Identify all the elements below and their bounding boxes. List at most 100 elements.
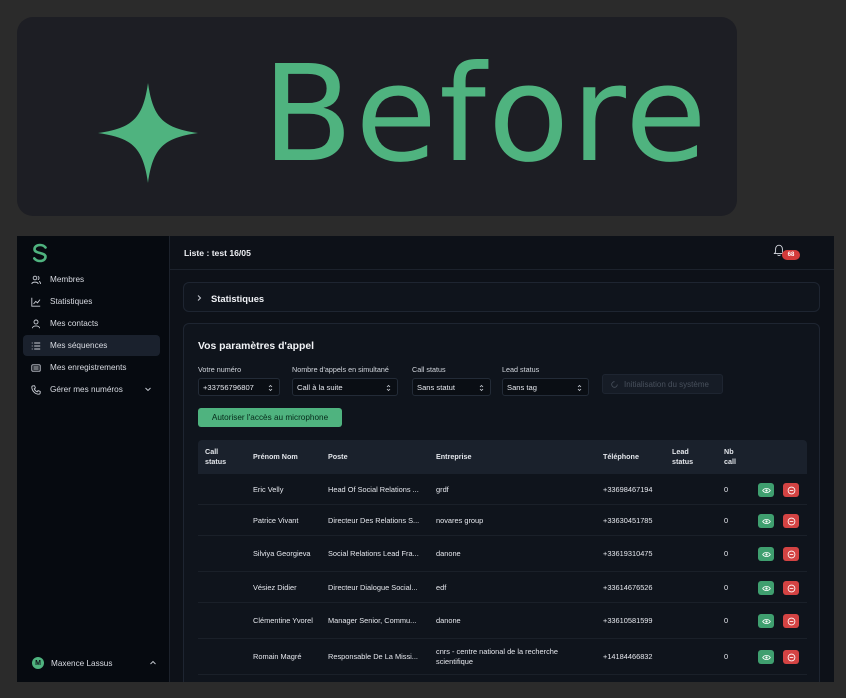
minus-circle-icon	[787, 584, 795, 592]
allow-microphone-button[interactable]: Autoriser l'accès au microphone	[198, 408, 342, 427]
eye-icon	[761, 518, 771, 524]
field-label: Nombre d'appels en simultané	[292, 365, 389, 374]
cell-poste: Social Relations Lead Fra...	[328, 549, 419, 558]
table-row[interactable]: Patrice Vivant Directeur Des Relations S…	[198, 505, 807, 536]
user-icon	[31, 319, 41, 328]
call-settings-panel: Vos paramètres d'appel Votre numéro +337…	[183, 323, 820, 682]
sidebar-item-mes-contacts[interactable]: Mes contacts	[23, 313, 160, 334]
sidebar-item-mes-enregistrements[interactable]: Mes enregistrements	[23, 357, 160, 378]
cell-entreprise: novares group	[436, 516, 484, 525]
header-telephone: Téléphone	[603, 452, 639, 461]
sidebar-nav: Membres Statistiques Mes contacts Mes sé…	[23, 269, 160, 401]
stop-button[interactable]	[783, 650, 799, 664]
select-value: +33756796807	[203, 382, 254, 392]
table-body: Eric Velly Head Of Social Relations ... …	[198, 474, 807, 675]
avatar: M	[32, 657, 44, 669]
header-poste: Poste	[328, 452, 348, 461]
init-label: Initialisation du système	[624, 379, 709, 389]
stop-button[interactable]	[783, 614, 799, 628]
eye-icon	[761, 585, 771, 591]
sidebar-item-statistiques[interactable]: Statistiques	[23, 291, 160, 312]
eye-icon	[761, 487, 771, 493]
view-button[interactable]	[758, 650, 774, 664]
app-logo-icon	[33, 243, 47, 263]
cell-poste: Directeur Des Relations S...	[328, 516, 420, 525]
table-row[interactable]: Romain Magré Responsable De La Missi... …	[198, 639, 807, 675]
sidebar-item-label: Membres	[50, 275, 85, 284]
sidebar-item-label: Mes séquences	[50, 341, 108, 350]
view-button[interactable]	[758, 581, 774, 595]
cell-entreprise: edf	[436, 583, 447, 592]
view-button[interactable]	[758, 514, 774, 528]
cell-entreprise: danone	[436, 549, 461, 558]
user-menu[interactable]: M Maxence Lassus	[32, 655, 157, 671]
header-lead-status: Lead status	[672, 447, 694, 466]
phone-number-select[interactable]: +33756796807	[198, 378, 280, 396]
simultaneous-calls-select[interactable]: Call à la suite	[292, 378, 398, 396]
cell-nb-call: 0	[724, 549, 729, 558]
call-settings-title: Vos paramètres d'appel	[198, 341, 315, 352]
sidebar-item-mes-sequences[interactable]: Mes séquences	[23, 335, 160, 356]
lead-status-select[interactable]: Sans tag	[502, 378, 589, 396]
call-status-select[interactable]: Sans statut	[412, 378, 491, 396]
sidebar-item-label: Gérer mes numéros	[50, 385, 123, 394]
view-button[interactable]	[758, 614, 774, 628]
contacts-table: Call status Prénom Nom Poste Entreprise …	[198, 440, 807, 675]
sidebar-item-label: Statistiques	[50, 297, 93, 306]
sidebar: Membres Statistiques Mes contacts Mes sé…	[17, 236, 170, 682]
chevron-right-icon	[197, 295, 202, 301]
cell-entreprise: grdf	[436, 485, 449, 494]
table-row[interactable]: Eric Velly Head Of Social Relations ... …	[198, 474, 807, 505]
stop-button[interactable]	[783, 581, 799, 595]
statistics-panel[interactable]: Statistiques	[183, 282, 820, 312]
banner-word: Before	[262, 38, 709, 192]
table-header: Call status Prénom Nom Poste Entreprise …	[198, 440, 807, 474]
cell-entreprise: cnrs - centre national de la recherche s…	[436, 647, 559, 666]
stop-button[interactable]	[783, 483, 799, 497]
users-icon	[31, 275, 41, 284]
select-value: Call à la suite	[297, 382, 343, 392]
view-button[interactable]	[758, 547, 774, 561]
sidebar-item-membres[interactable]: Membres	[23, 269, 160, 290]
cell-name: Eric Velly	[253, 485, 284, 494]
cell-nb-call: 0	[724, 516, 729, 525]
header-entreprise: Entreprise	[436, 452, 472, 461]
cell-telephone: +33610581599	[603, 616, 653, 625]
table-row[interactable]: Vésiez Didier Directeur Dialogue Social.…	[198, 572, 807, 603]
sidebar-item-label: Mes enregistrements	[50, 363, 127, 372]
select-arrows-icon	[577, 384, 582, 392]
header-call-status: Call status	[205, 447, 227, 466]
eye-icon	[761, 654, 771, 660]
app-window: Membres Statistiques Mes contacts Mes sé…	[17, 236, 834, 682]
minus-circle-icon	[787, 550, 795, 558]
table-row[interactable]: Silviya Georgieva Social Relations Lead …	[198, 536, 807, 572]
table-row[interactable]: Clémentine Yvorel Manager Senior, Commu.…	[198, 603, 807, 639]
cell-nb-call: 0	[724, 616, 729, 625]
minus-circle-icon	[787, 617, 795, 625]
top-bar: Liste : test 16/05 68	[170, 236, 834, 270]
cell-name: Vésiez Didier	[253, 583, 297, 592]
call-status-field: Call status Sans statut	[412, 365, 491, 396]
main-content: Liste : test 16/05 68 Statistiques Vos p…	[170, 236, 834, 682]
minus-circle-icon	[787, 486, 795, 494]
system-init-button[interactable]: Initialisation du système	[602, 374, 723, 394]
cell-telephone: +33619310475	[603, 549, 653, 558]
statistics-title: Statistiques	[211, 293, 265, 304]
cell-poste: Directeur Dialogue Social...	[328, 583, 418, 592]
header-nb-call: Nb call	[724, 447, 736, 466]
stop-button[interactable]	[783, 514, 799, 528]
eye-icon	[761, 618, 771, 624]
select-value: Sans tag	[507, 382, 537, 392]
header-name: Prénom Nom	[253, 452, 298, 461]
eye-icon	[761, 551, 771, 557]
spinner-icon	[611, 380, 618, 388]
stop-button[interactable]	[783, 547, 799, 561]
sidebar-item-gerer-mes-numeros[interactable]: Gérer mes numéros	[23, 379, 160, 400]
cell-entreprise: danone	[436, 616, 461, 625]
simultaneous-calls-field: Nombre d'appels en simultané Call à la s…	[292, 365, 398, 396]
view-button[interactable]	[758, 483, 774, 497]
select-arrows-icon	[268, 384, 273, 392]
chart-icon	[31, 297, 41, 307]
user-name: Maxence Lassus	[51, 658, 113, 668]
cell-name: Patrice Vivant	[253, 516, 299, 525]
